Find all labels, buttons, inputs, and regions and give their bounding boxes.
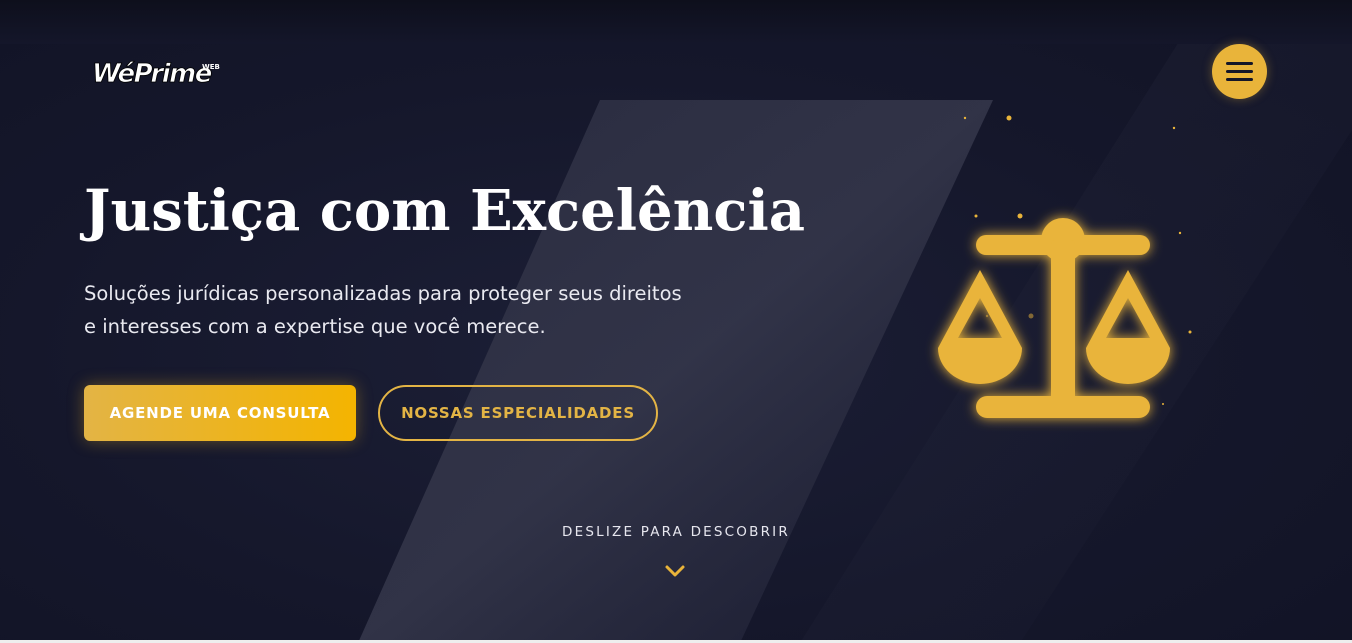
brand-logo[interactable]: WéPrime WEB — [90, 52, 230, 90]
svg-text:WEB: WEB — [202, 63, 220, 71]
page-title: Justiça com Excelência — [84, 178, 806, 244]
schedule-consultation-button[interactable]: AGENDE UMA CONSULTA — [84, 385, 356, 441]
top-bar — [0, 0, 1352, 44]
scales-of-justice-icon — [938, 115, 1192, 418]
menu-button[interactable] — [1212, 44, 1267, 99]
chevron-down-icon[interactable] — [662, 562, 688, 582]
hamburger-icon — [1226, 62, 1253, 65]
specialties-button[interactable]: NOSSAS ESPECIALIDADES — [378, 385, 658, 441]
scroll-hint: DESLIZE PARA DESCOBRIR — [562, 524, 790, 540]
svg-text:WéPrime: WéPrime — [92, 59, 212, 89]
hero-subtitle: Soluções jurídicas personalizadas para p… — [84, 282, 682, 338]
